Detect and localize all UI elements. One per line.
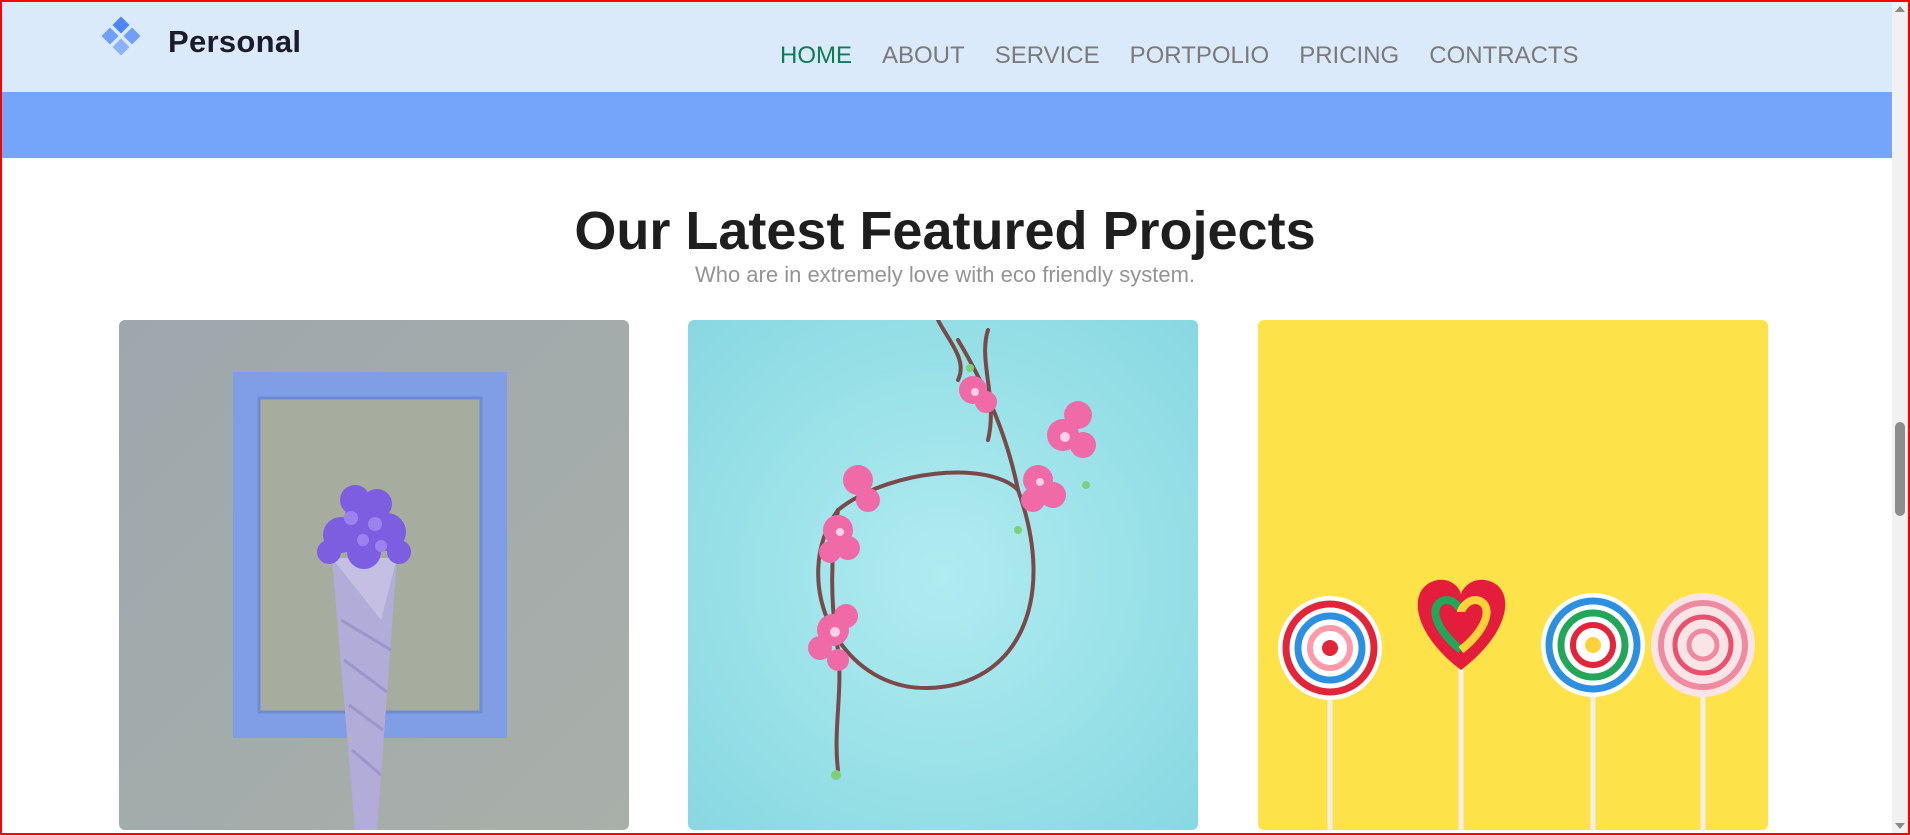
project-card-wreath[interactable] — [688, 320, 1198, 830]
nav-portfolio[interactable]: PORTPOLIO — [1130, 42, 1270, 70]
diamond-cluster-icon[interactable] — [100, 16, 148, 64]
nav-pricing[interactable]: PRICING — [1299, 42, 1399, 70]
scroll-down-arrow-icon[interactable] — [1895, 823, 1905, 829]
nav-home[interactable]: HOME — [780, 42, 852, 70]
nav-contracts[interactable]: CONTRACTS — [1429, 42, 1578, 70]
brand-name[interactable]: Personal — [168, 24, 301, 60]
project-image-flowers — [119, 320, 629, 830]
project-card-lollipops[interactable] — [1258, 320, 1768, 830]
scroll-thumb[interactable] — [1895, 422, 1905, 516]
nav-about[interactable]: ABOUT — [882, 42, 965, 70]
scroll-up-arrow-icon[interactable] — [1895, 6, 1905, 12]
project-image-wreath — [688, 320, 1198, 830]
main-nav: HOME ABOUT SERVICE PORTPOLIO PRICING CON… — [780, 42, 1579, 70]
project-image-lollipops — [1258, 320, 1768, 830]
section-subtitle: Who are in extremely love with eco frien… — [694, 262, 1196, 287]
hero-banner — [2, 92, 1892, 158]
section-title: Our Latest Featured Projects — [574, 201, 1316, 261]
navbar: Personal HOME ABOUT SERVICE PORTPOLIO PR… — [2, 2, 1892, 92]
page-scrollbar[interactable] — [1892, 2, 1908, 833]
project-card-flowers[interactable] — [119, 320, 629, 830]
nav-service[interactable]: SERVICE — [995, 42, 1100, 70]
